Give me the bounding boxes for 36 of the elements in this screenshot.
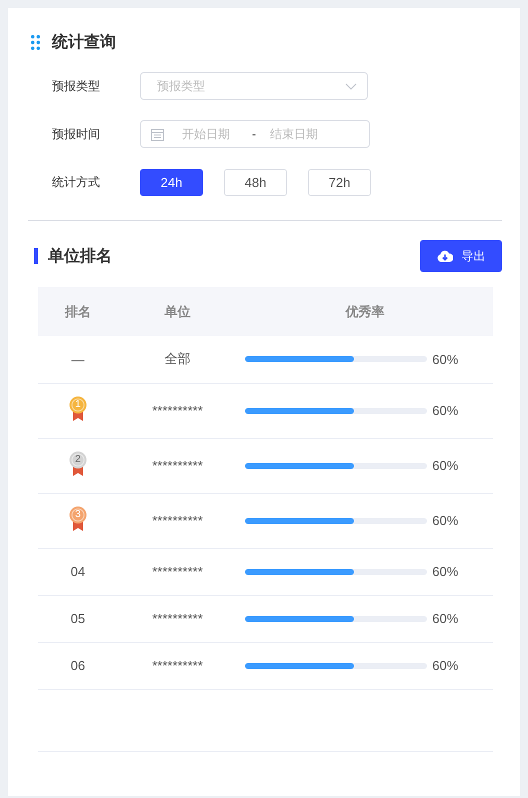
- rank-text: 04: [70, 564, 86, 579]
- drag-handle-icon: [31, 35, 40, 50]
- column-header: 排名: [38, 287, 118, 336]
- column-header: 优秀率: [237, 287, 493, 336]
- section-title: 统计查询: [52, 32, 116, 53]
- chevron-down-icon: [345, 82, 357, 90]
- unit-text: **********: [152, 458, 203, 473]
- option-button[interactable]: 48h: [224, 168, 287, 196]
- column-header: 单位: [118, 287, 238, 336]
- field-label: 统计方式: [52, 174, 101, 190]
- date-range-field[interactable]: 开始日期 - 结束日期: [140, 120, 370, 148]
- field-label: 预报时间: [52, 126, 101, 142]
- rate-text: 60%: [432, 658, 458, 673]
- unit-text: **********: [152, 611, 203, 626]
- export-button[interactable]: 导出: [420, 240, 502, 272]
- cloud-download-icon: [436, 250, 452, 262]
- unit-text: **********: [152, 564, 203, 579]
- unit-text: 全部: [164, 351, 190, 366]
- unit-text: **********: [152, 513, 203, 528]
- rank-text: 06: [70, 658, 86, 673]
- rank-text: —: [71, 352, 84, 367]
- rank-text: 05: [70, 611, 86, 626]
- rate-text: 60%: [432, 352, 458, 367]
- unit-text: **********: [152, 403, 203, 418]
- rate-text: 60%: [432, 458, 458, 473]
- rate-text: 60%: [432, 403, 458, 418]
- option-button[interactable]: 24h: [140, 168, 203, 196]
- rate-text: 60%: [432, 513, 458, 528]
- section-title: 单位排名: [48, 246, 112, 266]
- rate-text: 60%: [432, 564, 458, 579]
- option-button[interactable]: 72h: [308, 168, 371, 196]
- title-marker: [34, 248, 38, 264]
- rate-text: 60%: [432, 611, 458, 626]
- calendar-icon: [151, 128, 164, 140]
- unit-text: **********: [152, 658, 203, 673]
- field-label: 预报类型: [52, 78, 101, 94]
